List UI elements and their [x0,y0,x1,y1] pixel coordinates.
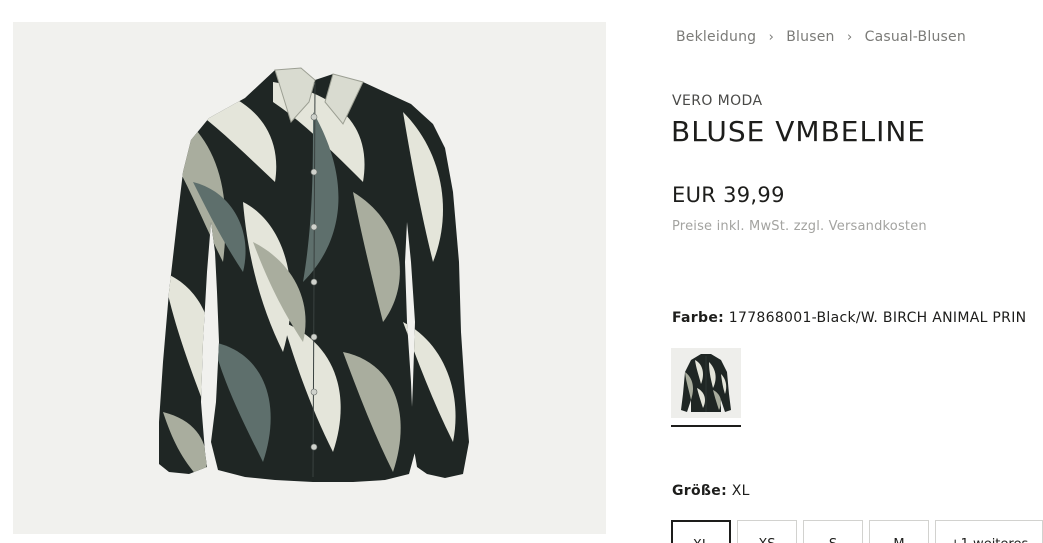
breadcrumb-item-bekleidung[interactable]: Bekleidung [676,29,756,45]
size-label: Größe: [672,483,727,499]
product-price: EUR 39,99 [672,183,785,207]
color-swatch-selected[interactable] [671,348,741,418]
breadcrumb: Bekleidung › Blusen › Casual-Blusen [676,27,966,47]
size-value: XL [731,483,750,499]
swatch-selected-indicator [671,425,741,427]
blouse-illustration [159,67,469,482]
size-option-m[interactable]: M [869,520,929,543]
price-note: Preise inkl. MwSt. zzgl. Versandkosten [672,219,927,234]
color-label: Farbe: [672,310,725,326]
swatch-blouse-thumbnail [671,348,741,418]
chevron-right-icon: › [768,29,774,45]
color-value: 177868001-Black/W. BIRCH ANIMAL PRIN [728,310,1027,326]
size-option-xl[interactable]: XL [671,520,731,543]
breadcrumb-item-casual-blusen[interactable]: Casual-Blusen [865,29,966,45]
chevron-right-icon: › [847,29,853,45]
color-selection-label: Farbe: 177868001-Black/W. BIRCH ANIMAL P… [672,310,1026,326]
size-option-more[interactable]: +1 weiteres [935,520,1043,543]
breadcrumb-item-blusen[interactable]: Blusen [786,29,834,45]
size-selection-label: Größe: XL [672,483,750,499]
size-option-s[interactable]: S [803,520,863,543]
product-title: BLUSE VMBELINE [671,115,926,148]
size-option-xs[interactable]: XS [737,520,797,543]
product-image[interactable] [13,22,606,534]
brand-name[interactable]: VERO MODA [672,93,762,109]
